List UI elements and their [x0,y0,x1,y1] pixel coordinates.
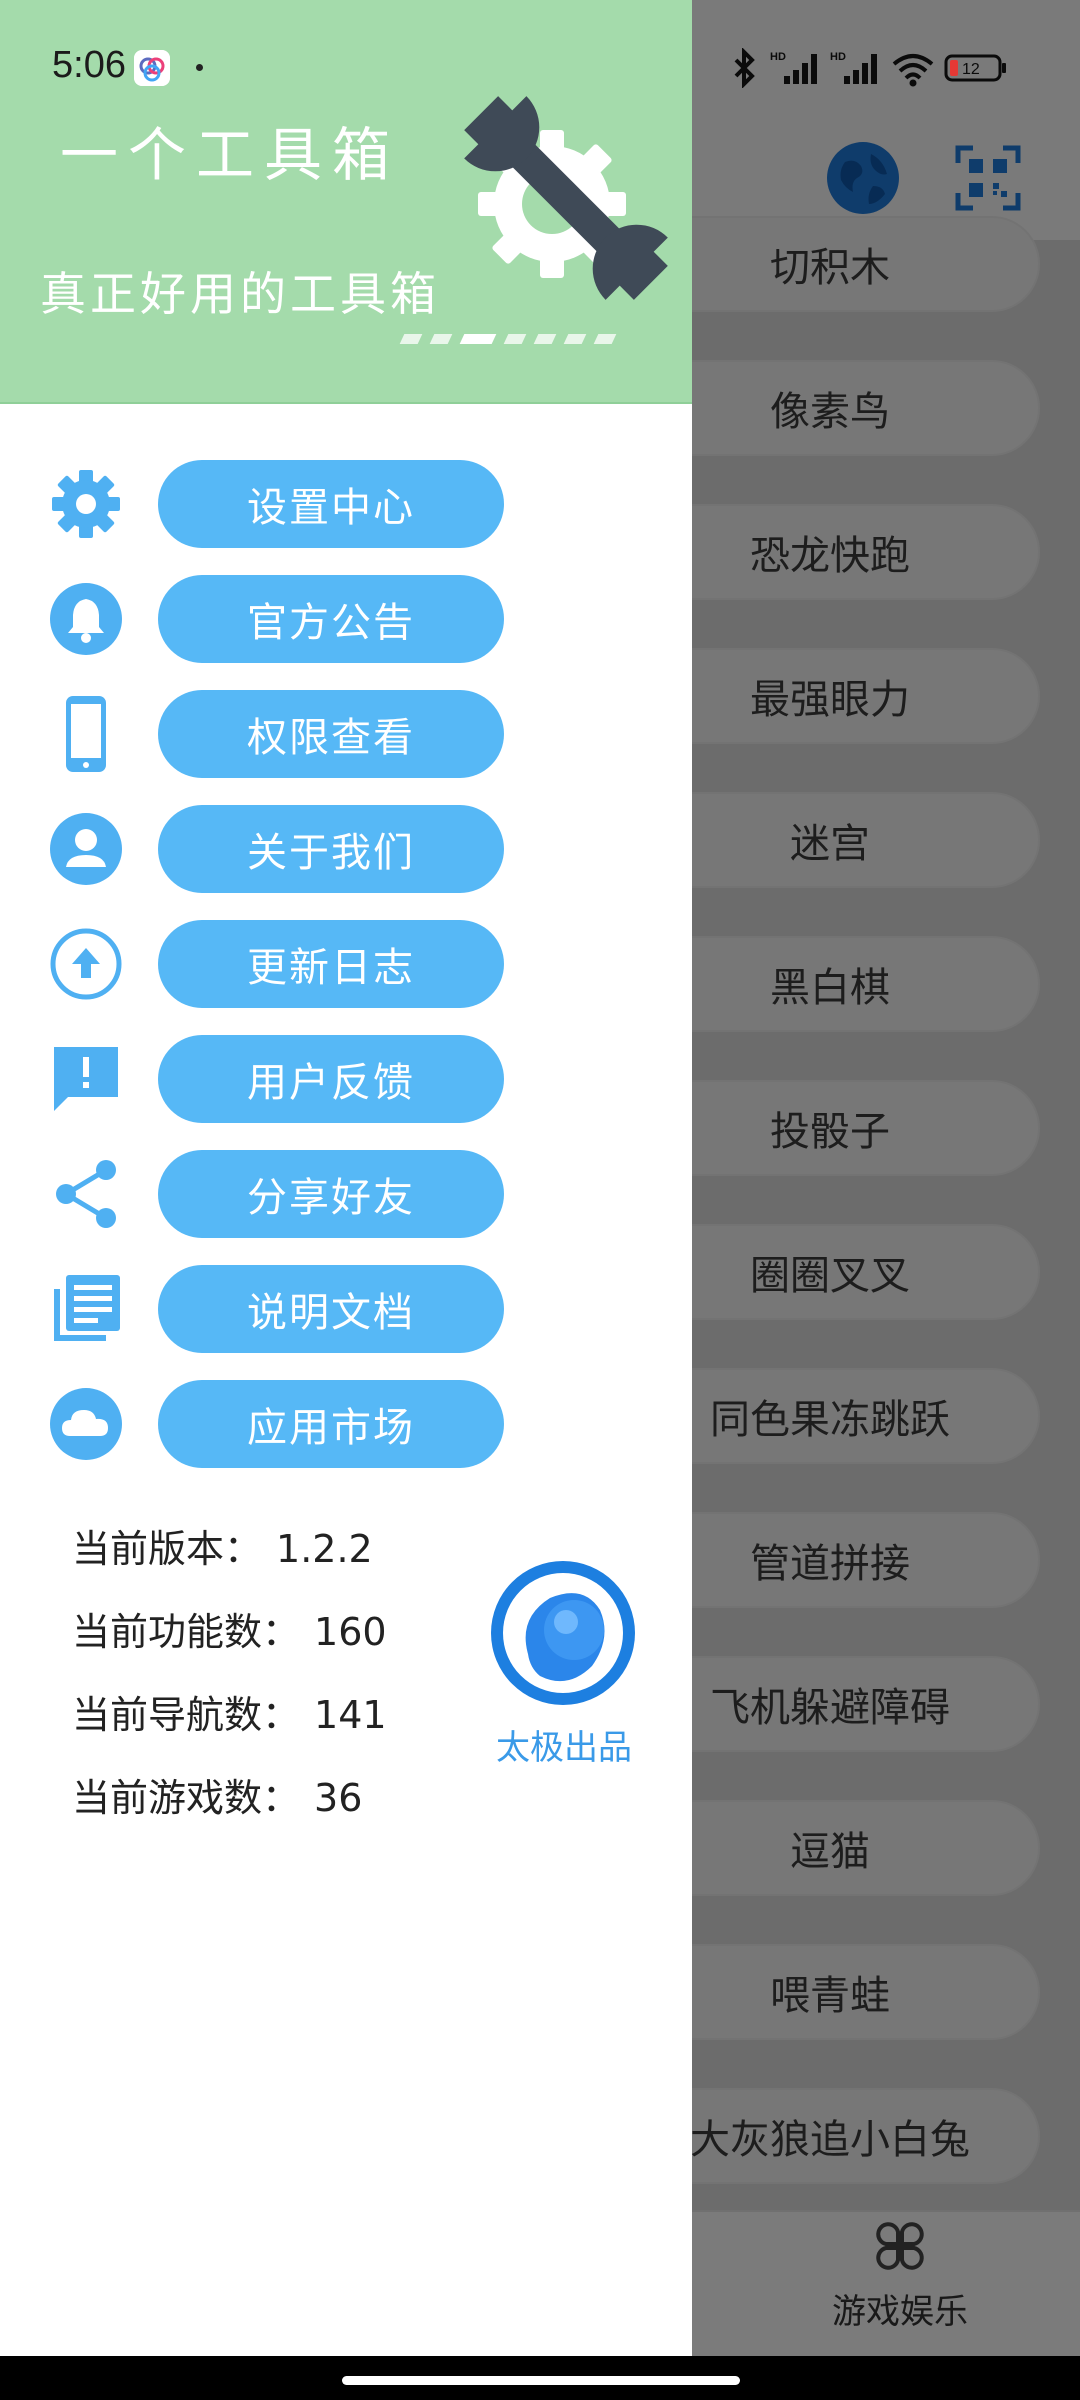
upload-icon [46,926,126,1002]
info-key: 当前功能数： [72,1610,301,1654]
gear-icon [46,466,126,542]
drawer-menu-item[interactable]: 关于我们 [0,805,692,893]
signal-2-icon: HD [830,51,877,84]
notification-app-icon [134,50,170,86]
drawer-menu-item[interactable]: 分享好友 [0,1150,692,1238]
navigation-drawer: 5:06 一个工具箱 真正好用的工具箱 设置中心 官方公告 权限查看 关于我们 … [0,0,692,2356]
app-subtitle: 真正好用的工具箱 [40,267,440,321]
document-icon [46,1271,126,1347]
info-value: 160 [314,1610,387,1654]
header-decoration [399,334,642,346]
brand-label: 太极出品 [496,1728,632,1768]
phone-icon [46,696,126,772]
home-gesture-handle[interactable] [342,2376,740,2385]
info-row: 当前版本： 1.2.2 [72,1518,373,1574]
info-value: 1.2.2 [276,1527,373,1571]
drawer-menu-button[interactable]: 用户反馈 [158,1035,504,1123]
notification-dot [196,64,203,71]
drawer-menu-button[interactable]: 官方公告 [158,575,504,663]
drawer-menu-item[interactable]: 更新日志 [0,920,692,1008]
taiji-logo-icon [491,1561,635,1705]
drawer-menu-item[interactable]: 官方公告 [0,575,692,663]
info-row: 当前功能数： 160 [72,1601,387,1657]
bell-icon [46,581,126,657]
drawer-menu-button[interactable]: 关于我们 [158,805,504,893]
status-icons: HD HD 12 [728,48,1008,88]
battery-level: 12 [962,61,980,78]
battery-icon: 12 [944,54,1006,82]
info-value: 36 [314,1776,363,1820]
drawer-header: 5:06 一个工具箱 真正好用的工具箱 [0,0,692,404]
drawer-menu-item[interactable]: 用户反馈 [0,1035,692,1123]
info-key: 当前导航数： [72,1693,301,1737]
app-title: 一个工具箱 [60,121,401,189]
info-key: 当前游戏数： [72,1776,301,1820]
person-icon [46,811,126,887]
svg-text:HD: HD [830,51,846,63]
cloud-icon [46,1386,126,1462]
drawer-menu-button[interactable]: 说明文档 [158,1265,504,1353]
drawer-menu-button[interactable]: 设置中心 [158,460,504,548]
wifi-icon [892,54,934,87]
drawer-menu-item[interactable]: 说明文档 [0,1265,692,1353]
drawer-menu-item[interactable]: 设置中心 [0,460,692,548]
status-time: 5:06 [52,44,126,86]
info-key: 当前版本： [72,1527,263,1571]
signal-1-icon: HD [770,51,817,84]
share-icon [46,1156,126,1232]
drawer-menu-item[interactable]: 应用市场 [0,1380,692,1468]
drawer-menu-button[interactable]: 更新日志 [158,920,504,1008]
drawer-menu-button[interactable]: 权限查看 [158,690,504,778]
drawer-menu-button[interactable]: 分享好友 [158,1150,504,1238]
bluetooth-icon [734,48,755,88]
info-row: 当前导航数： 141 [72,1684,387,1740]
svg-text:HD: HD [770,51,786,63]
info-value: 141 [314,1693,387,1737]
feedback-icon [46,1041,126,1117]
wrench-gear-logo-icon [464,96,668,300]
drawer-menu-button[interactable]: 应用市场 [158,1380,504,1468]
drawer-menu-item[interactable]: 权限查看 [0,690,692,778]
info-row: 当前游戏数： 36 [72,1767,362,1823]
